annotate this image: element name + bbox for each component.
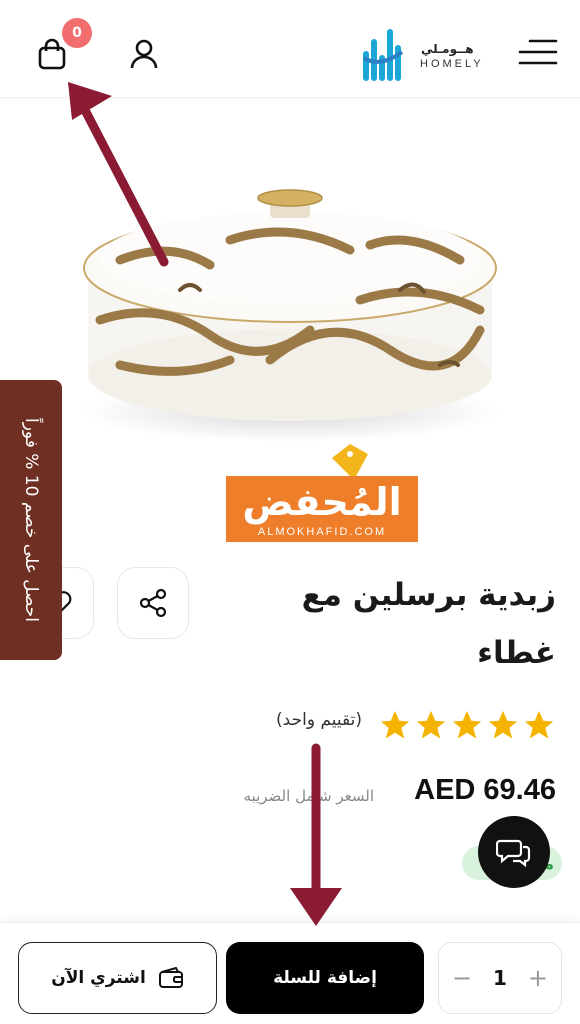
quantity-increase-button[interactable]: + bbox=[527, 964, 549, 992]
chat-bubbles-icon bbox=[496, 839, 531, 868]
discount-side-tab[interactable]: احصل على خصم 10 % فوراً bbox=[0, 380, 62, 660]
logo-mark-icon bbox=[362, 29, 404, 81]
rating-count-link[interactable]: (تقييم واحد) bbox=[276, 710, 362, 730]
logo-english-text: HOMELY bbox=[420, 58, 484, 70]
quantity-decrease-button[interactable]: − bbox=[451, 964, 473, 992]
star-icon bbox=[488, 710, 518, 739]
share-icon bbox=[139, 588, 167, 618]
tax-note: السعر شامل الضريبه bbox=[243, 787, 374, 805]
cart-count-badge: 0 bbox=[62, 18, 92, 48]
buy-now-button[interactable]: اشتري الآن bbox=[18, 942, 217, 1014]
share-button[interactable] bbox=[117, 567, 189, 639]
shopping-bag-icon bbox=[38, 38, 66, 70]
star-icon bbox=[416, 710, 446, 739]
discount-side-tab-label: احصل على خصم 10 % فوراً bbox=[21, 417, 41, 623]
rating-stars[interactable] bbox=[378, 708, 558, 744]
chat-button[interactable] bbox=[478, 816, 550, 888]
watermark-title: المُحفض bbox=[242, 480, 402, 524]
star-icon bbox=[380, 710, 410, 739]
hamburger-menu-icon bbox=[518, 39, 558, 65]
watermark-subtitle: ALMOKHAFID.COM bbox=[257, 526, 387, 538]
watermark: المُحفض ALMOKHAFID.COM bbox=[224, 440, 420, 544]
menu-button[interactable] bbox=[512, 32, 564, 72]
logo-arabic-text: هــومـلي bbox=[421, 42, 474, 56]
quantity-value[interactable]: 1 bbox=[493, 966, 507, 990]
product-image[interactable] bbox=[60, 150, 520, 480]
product-title: زبدية برسلين مع غطاء bbox=[301, 577, 556, 671]
wallet-icon bbox=[158, 967, 183, 988]
product-price: AED 69.46 bbox=[414, 774, 556, 806]
arrow-to-add-cart bbox=[290, 743, 342, 926]
top-header bbox=[0, 0, 580, 98]
star-icon bbox=[524, 710, 554, 739]
star-icon bbox=[452, 710, 482, 739]
quantity-stepper: − 1 + bbox=[438, 942, 562, 1014]
user-icon bbox=[130, 39, 158, 69]
add-to-cart-button[interactable]: إضافة للسلة bbox=[226, 942, 424, 1014]
buy-now-label: اشتري الآن bbox=[51, 968, 146, 988]
account-button[interactable] bbox=[120, 30, 168, 78]
